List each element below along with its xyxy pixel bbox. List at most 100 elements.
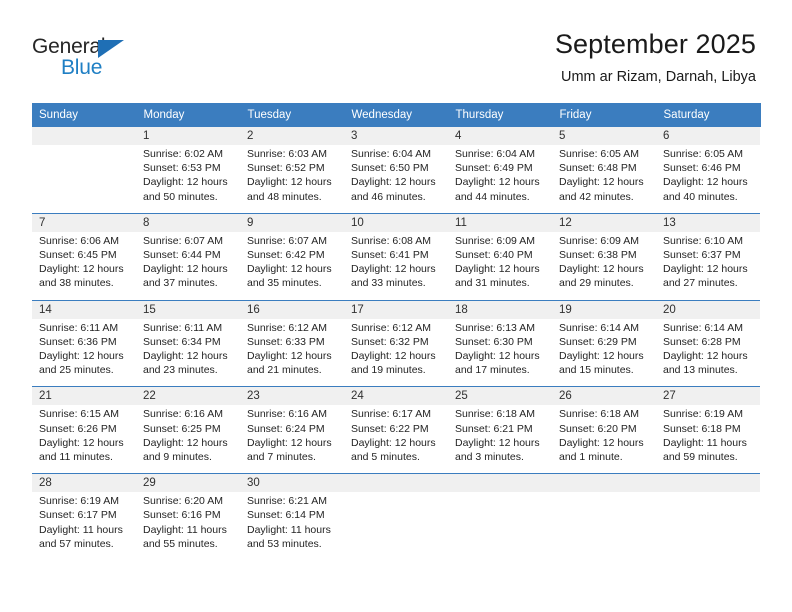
day-daylight2-text: and 11 minutes. <box>39 451 113 464</box>
day-sunset-text: Sunset: 6:16 PM <box>143 509 221 522</box>
day-number[interactable]: 1 <box>136 127 240 145</box>
day-number[interactable]: 25 <box>448 386 552 406</box>
day-info: Sunrise: 6:12 AM Sunset: 6:33 PM Daylight:… <box>240 318 344 387</box>
day-sunset-text: Sunset: 6:17 PM <box>39 509 117 522</box>
day-daylight1-text: Daylight: 12 hours <box>455 436 540 449</box>
day-number[interactable]: 27 <box>656 386 760 406</box>
weekday-header-friday: Friday <box>552 103 657 127</box>
day-daylight2-text: and 57 minutes. <box>39 537 114 550</box>
day-number[interactable]: 5 <box>552 127 656 145</box>
logo-text-general: General <box>32 35 106 58</box>
day-sunrise-text: Sunrise: 6:20 AM <box>143 495 223 508</box>
day-sunrise-text: Sunrise: 6:16 AM <box>143 408 223 421</box>
day-info: Sunrise: 6:09 AM Sunset: 6:40 PM Daylight:… <box>448 231 552 301</box>
title-block: September 2025 Umm ar Rizam, Darnah, Lib… <box>555 28 756 87</box>
day-info-empty <box>32 145 136 214</box>
day-info: Sunrise: 6:13 AM Sunset: 6:30 PM Daylight:… <box>448 318 552 387</box>
day-number[interactable]: 2 <box>240 127 344 145</box>
day-number[interactable]: 22 <box>136 386 240 406</box>
weekday-header-tuesday: Tuesday <box>240 103 345 127</box>
day-number[interactable]: 9 <box>240 212 344 232</box>
day-sunrise-text: Sunrise: 6:18 AM <box>559 408 639 421</box>
generalblue-logo[interactable]: General Blue <box>32 36 192 82</box>
day-info: Sunrise: 6:05 AM Sunset: 6:48 PM Daylight:… <box>552 145 656 214</box>
day-daylight1-text: Daylight: 12 hours <box>351 436 436 449</box>
day-sunrise-text: Sunrise: 6:05 AM <box>663 148 743 160</box>
day-info-empty <box>344 492 448 561</box>
day-number[interactable]: 4 <box>448 127 552 145</box>
day-sunset-text: Sunset: 6:30 PM <box>455 335 533 348</box>
day-number[interactable]: 18 <box>448 299 552 319</box>
day-number[interactable]: 6 <box>656 127 760 145</box>
day-number[interactable]: 21 <box>32 386 136 406</box>
day-number[interactable]: 16 <box>240 299 344 319</box>
day-daylight1-text: Daylight: 12 hours <box>559 176 644 189</box>
day-number[interactable]: 20 <box>656 299 760 319</box>
day-daylight2-text: and 15 minutes. <box>559 364 634 377</box>
day-sunset-text: Sunset: 6:37 PM <box>663 249 741 262</box>
day-sunset-text: Sunset: 6:44 PM <box>143 249 221 262</box>
day-number[interactable]: 14 <box>32 299 136 319</box>
week-daynumber-row: 28 29 30 <box>32 473 760 493</box>
day-daylight1-text: Daylight: 12 hours <box>247 263 332 276</box>
day-number[interactable]: 23 <box>240 386 344 406</box>
day-sunset-text: Sunset: 6:48 PM <box>559 162 637 175</box>
day-info: Sunrise: 6:04 AM Sunset: 6:50 PM Daylight:… <box>344 145 448 214</box>
day-sunset-text: Sunset: 6:29 PM <box>559 335 637 348</box>
day-daylight1-text: Daylight: 12 hours <box>247 436 332 449</box>
day-number[interactable]: 8 <box>136 212 240 232</box>
weekday-header-thursday: Thursday <box>448 103 553 127</box>
logo-text-blue: Blue <box>61 56 103 79</box>
day-number[interactable]: 17 <box>344 299 448 319</box>
day-number[interactable]: 3 <box>344 127 448 145</box>
day-daylight1-text: Daylight: 12 hours <box>39 350 124 363</box>
day-number[interactable]: 10 <box>344 212 448 232</box>
day-sunset-text: Sunset: 6:22 PM <box>351 422 429 435</box>
day-number[interactable]: 26 <box>552 386 656 406</box>
day-sunset-text: Sunset: 6:32 PM <box>351 335 429 348</box>
day-number[interactable]: 30 <box>240 473 344 493</box>
day-number[interactable]: 28 <box>32 473 136 493</box>
day-daylight2-text: and 55 minutes. <box>143 537 218 550</box>
day-daylight2-text: and 59 minutes. <box>663 451 738 464</box>
day-number[interactable]: 11 <box>448 212 552 232</box>
day-sunrise-text: Sunrise: 6:19 AM <box>39 495 119 508</box>
day-daylight2-text: and 23 minutes. <box>143 364 218 377</box>
day-daylight2-text: and 13 minutes. <box>663 364 738 377</box>
day-info-empty <box>552 492 656 561</box>
day-sunset-text: Sunset: 6:52 PM <box>247 162 325 175</box>
day-sunset-text: Sunset: 6:34 PM <box>143 335 221 348</box>
day-sunset-text: Sunset: 6:36 PM <box>39 335 117 348</box>
day-info: Sunrise: 6:06 AM Sunset: 6:45 PM Daylight:… <box>32 231 136 301</box>
weekday-header-saturday: Saturday <box>656 103 761 127</box>
day-daylight2-text: and 40 minutes. <box>663 190 738 203</box>
day-number[interactable]: 29 <box>136 473 240 493</box>
weekday-header-wednesday: Wednesday <box>344 103 449 127</box>
day-number[interactable]: 12 <box>552 212 656 232</box>
day-info: Sunrise: 6:03 AM Sunset: 6:52 PM Daylight:… <box>240 145 344 214</box>
page-header: General Blue September 2025 Umm ar Rizam… <box>0 0 792 100</box>
day-number[interactable]: 7 <box>32 212 136 232</box>
day-sunset-text: Sunset: 6:40 PM <box>455 249 533 262</box>
day-sunrise-text: Sunrise: 6:04 AM <box>455 148 535 160</box>
day-number[interactable]: 15 <box>136 299 240 319</box>
day-number[interactable]: 13 <box>656 212 760 232</box>
day-daylight1-text: Daylight: 12 hours <box>663 176 748 189</box>
day-sunset-text: Sunset: 6:49 PM <box>455 162 533 175</box>
day-daylight2-text: and 44 minutes. <box>455 190 530 203</box>
day-number[interactable]: 24 <box>344 386 448 406</box>
day-sunset-text: Sunset: 6:20 PM <box>559 422 637 435</box>
calendar-body: 1 2 3 4 5 6 Sunrise: 6:02 AM Sunset: 6:53 PM Day… <box>32 127 760 561</box>
day-daylight1-text: Daylight: 12 hours <box>455 176 540 189</box>
day-daylight2-text: and 19 minutes. <box>351 364 426 377</box>
day-daylight2-text: and 25 minutes. <box>39 364 114 377</box>
day-info: Sunrise: 6:20 AM Sunset: 6:16 PM Daylight:… <box>136 492 240 561</box>
day-info: Sunrise: 6:19 AM Sunset: 6:18 PM Daylight:… <box>656 405 760 474</box>
day-number[interactable]: 19 <box>552 299 656 319</box>
day-sunrise-text: Sunrise: 6:17 AM <box>351 408 431 421</box>
day-sunset-text: Sunset: 6:50 PM <box>351 162 429 175</box>
day-sunrise-text: Sunrise: 6:10 AM <box>663 234 743 247</box>
day-sunset-text: Sunset: 6:28 PM <box>663 335 741 348</box>
day-sunset-text: Sunset: 6:18 PM <box>663 422 741 435</box>
day-cell-empty <box>344 473 448 493</box>
